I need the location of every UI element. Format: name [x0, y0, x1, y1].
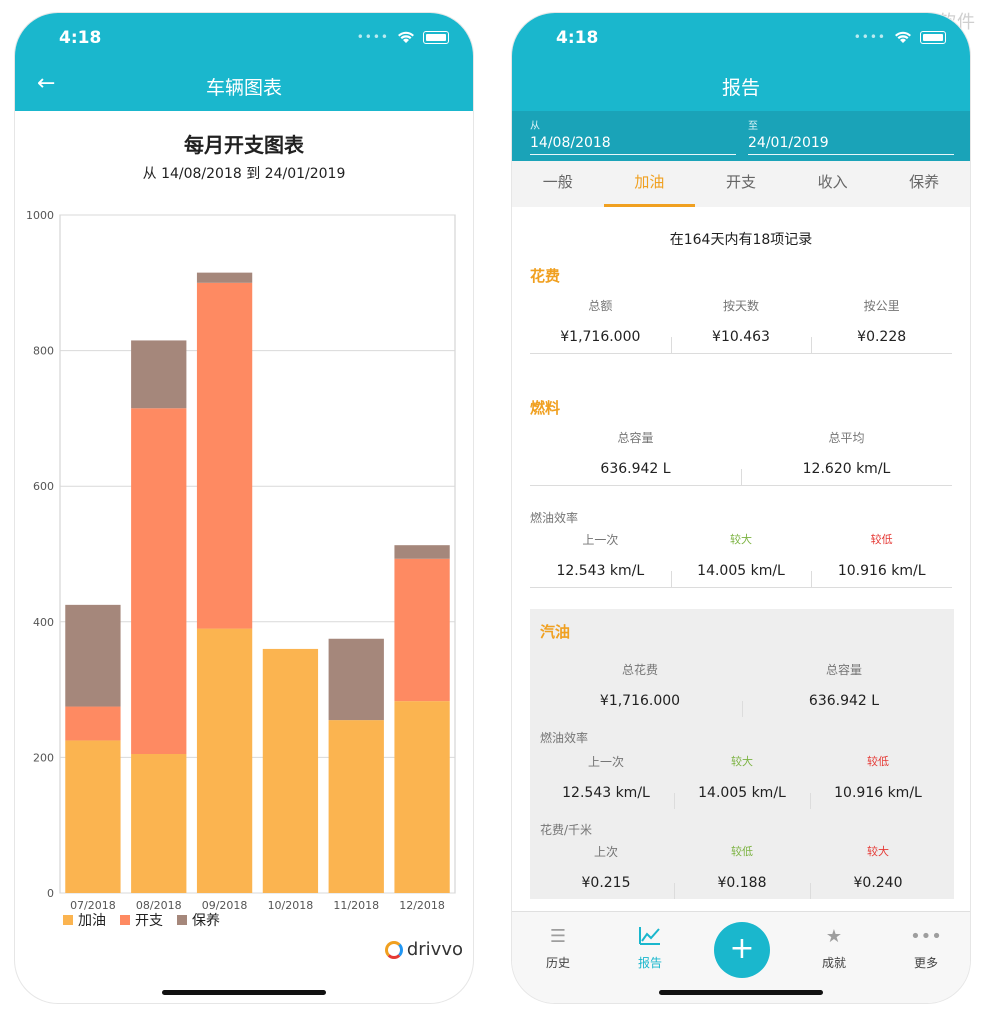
tab-fuel[interactable]: 加油 — [603, 161, 696, 207]
bar-segment — [196, 282, 253, 629]
bar-segment — [131, 754, 187, 893]
home-indicator — [659, 990, 823, 995]
monthly-expense-chart: 0200400600800100007/2018 08/2018 09/2018 10… — [26, 209, 456, 912]
bar-segment — [65, 706, 121, 741]
drivvo-logo: drivvo — [384, 939, 463, 960]
x-tick-label: 11/2018 — [333, 899, 379, 912]
fuel-total-volume: 636.942 L — [600, 461, 671, 477]
cost-row: 总额 ¥1,716.000 按天数 ¥10.463 按公里 ¥0.228 — [530, 297, 952, 354]
x-tick-label: 10/2018 — [268, 899, 314, 912]
cost-total: ¥1,716.000 — [560, 329, 641, 345]
wifi-icon — [398, 31, 414, 43]
fuel-efficiency-title: 燃油效率 — [530, 511, 579, 525]
x-tick-label: 12/2018 — [399, 899, 445, 912]
to-date-value[interactable]: 24/01/2019 — [748, 135, 954, 155]
report-screen: 4:18 •••• 报告 从 14/08/2018 至 24/01/2019 一… — [511, 12, 971, 1004]
home-indicator — [162, 990, 326, 995]
cost-per-day: ¥10.463 — [712, 329, 770, 345]
date-range-bar: 从 14/08/2018 至 24/01/2019 — [512, 111, 970, 161]
fuel-row: 总容量 636.942 L 总平均 12.620 km/L — [530, 429, 952, 486]
bar-segment — [394, 545, 450, 559]
y-tick-label: 400 — [33, 616, 54, 629]
cost-per-km-row: 上次 ¥0.215 较低 ¥0.188 较大 ¥0.240 — [538, 843, 946, 899]
report-content[interactable]: 在164天内有18项记录 花费 总额 ¥1,716.000 按天数 ¥10.463 … — [512, 207, 970, 911]
tab-more[interactable]: ••• 更多 — [891, 926, 961, 971]
tab-reports[interactable]: 报告 — [615, 926, 685, 971]
bar-segment — [65, 604, 121, 707]
list-icon: ☰ — [549, 926, 567, 947]
report-tabs: 一般 加油 开支 收入 保养 — [512, 161, 970, 207]
legend-item-service: 保养 — [177, 910, 220, 930]
petrol-efficiency-row: 上一次 12.543 km/L 较大 14.005 km/L 较低 10.916 km… — [538, 753, 946, 809]
tab-history[interactable]: ☰ 历史 — [523, 926, 593, 971]
nav-title: 报告 — [721, 77, 760, 99]
signal-icon: •••• — [356, 30, 389, 44]
tab-general[interactable]: 一般 — [512, 161, 604, 207]
from-date-field[interactable]: 从 14/08/2018 — [530, 117, 736, 155]
drivvo-logo-icon — [384, 940, 403, 959]
to-date-field[interactable]: 至 24/01/2019 — [748, 117, 954, 155]
tab-income[interactable]: 收入 — [787, 161, 879, 207]
bar-segment — [394, 701, 450, 893]
battery-icon — [920, 30, 946, 44]
section-fuel-title: 燃料 — [530, 399, 561, 417]
fuel-average: 12.620 km/L — [802, 461, 891, 477]
y-tick-label: 200 — [33, 751, 54, 764]
petrol-title: 汽油 — [540, 623, 571, 641]
tab-expense[interactable]: 开支 — [695, 161, 787, 207]
chart-title: 每月开支图表 — [184, 133, 304, 157]
more-dots-icon: ••• — [910, 926, 942, 947]
bar-segment — [394, 558, 450, 702]
petrol-efficiency-title: 燃油效率 — [540, 731, 589, 745]
legend-item-fuel: 加油 — [63, 910, 106, 930]
bar-segment — [196, 272, 253, 283]
y-tick-label: 600 — [33, 480, 54, 493]
bar-segment — [262, 648, 319, 893]
status-time: 4:18 — [556, 28, 599, 48]
petrol-card: 汽油 总花费 ¥1,716.000 总容量 636.942 L 燃油效率 上一次 12… — [530, 609, 954, 899]
petrol-row: 总花费 ¥1,716.000 总容量 636.942 L — [538, 661, 946, 717]
status-icons: •••• — [357, 30, 449, 44]
chart-legend: 加油 开支 保养 — [63, 910, 220, 930]
chart-subtitle: 从 14/08/2018 到 24/01/2019 — [142, 166, 346, 182]
chart-line-icon — [615, 926, 685, 950]
status-icons: •••• — [854, 30, 946, 44]
bar-segment — [328, 720, 384, 893]
add-button[interactable]: + — [714, 922, 770, 978]
cost-per-km: ¥0.228 — [857, 329, 907, 345]
status-time: 4:18 — [59, 28, 102, 48]
app-bar: 4:18 •••• 报告 — [512, 13, 970, 111]
bar-segment — [131, 408, 187, 755]
from-date-value[interactable]: 14/08/2018 — [530, 135, 736, 155]
bar-segment — [196, 628, 253, 893]
battery-icon — [423, 30, 449, 44]
app-bar: 4:18 •••• ← 车辆图表 — [15, 13, 473, 111]
y-tick-label: 1000 — [26, 209, 54, 222]
signal-icon: •••• — [853, 30, 886, 44]
trophy-icon: ★ — [825, 926, 843, 947]
section-cost-title: 花费 — [530, 267, 561, 285]
y-tick-label: 0 — [47, 887, 54, 900]
wifi-icon — [895, 31, 911, 43]
y-tick-label: 800 — [33, 345, 54, 358]
bar-segment — [65, 740, 121, 893]
bar-segment — [131, 340, 187, 409]
legend-item-expense: 开支 — [120, 910, 163, 930]
tab-achievements[interactable]: ★ 成就 — [799, 926, 869, 971]
fuel-efficiency-row: 上一次 12.543 km/L 较大 14.005 km/L 较低 10.916 km… — [530, 531, 952, 588]
chart-screen: 4:18 •••• ← 车辆图表 每月开支图表 从 14/08/2018 到 2… — [14, 12, 474, 1004]
record-summary: 在164天内有18项记录 — [669, 232, 813, 248]
bar-segment — [328, 638, 384, 721]
cost-per-km-title: 花费/千米 — [540, 823, 593, 837]
tab-service[interactable]: 保养 — [878, 161, 970, 207]
nav-title: 车辆图表 — [205, 77, 282, 99]
